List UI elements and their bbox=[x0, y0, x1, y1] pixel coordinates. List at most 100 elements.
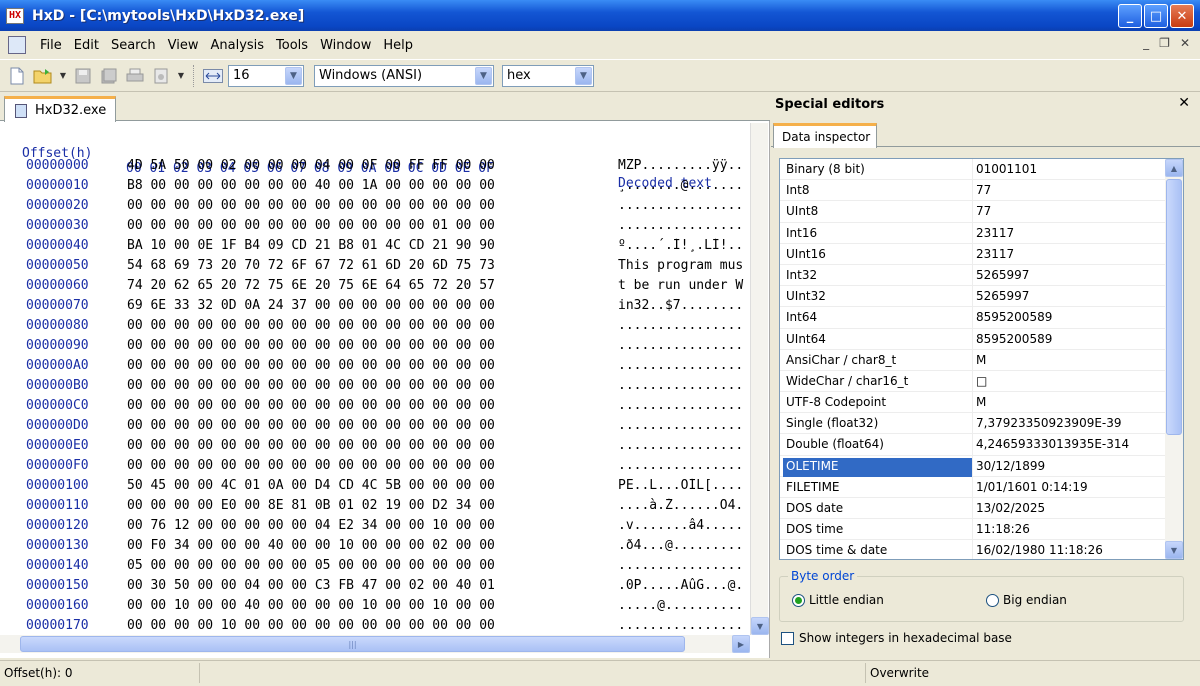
checkbox-box[interactable] bbox=[781, 631, 794, 645]
hex-row[interactable]: 00000050 54 68 69 73 20 70 72 6F 67 72 61… bbox=[0, 258, 750, 278]
scroll-down-button[interactable]: ▼ bbox=[1165, 541, 1183, 559]
inspector-value[interactable]: 1/01/1601 0:14:19 bbox=[976, 479, 1088, 496]
inspector-value[interactable]: 77 bbox=[976, 203, 991, 220]
radio-dot[interactable] bbox=[986, 593, 999, 607]
encoding-select[interactable]: Windows (ANSI) ▼ bbox=[314, 64, 494, 87]
row-decoded-text[interactable]: ................ bbox=[618, 458, 748, 473]
inspector-scrollbar[interactable]: ▲ ▼ bbox=[1165, 159, 1183, 559]
inspector-row[interactable]: Binary (8 bit) 01001101 bbox=[780, 159, 1183, 181]
inspector-type-name[interactable]: DOS time bbox=[783, 521, 972, 540]
inspector-type-name[interactable]: UInt16 bbox=[783, 246, 972, 265]
print-icon[interactable] bbox=[124, 65, 146, 87]
menu-search[interactable]: Search bbox=[105, 38, 162, 53]
hex-row[interactable]: 00000010 B8 00 00 00 00 00 00 00 40 00 1A… bbox=[0, 178, 750, 198]
inspector-type-name[interactable]: AnsiChar / char8_t bbox=[783, 352, 972, 371]
row-bytes[interactable]: 00 00 00 00 00 00 00 00 00 00 00 00 00 0… bbox=[127, 198, 495, 213]
row-bytes[interactable]: 00 00 00 00 00 00 00 00 00 00 00 00 00 0… bbox=[127, 218, 495, 233]
row-bytes[interactable]: 50 45 00 00 4C 01 0A 00 D4 CD 4C 5B 00 0… bbox=[127, 478, 495, 493]
row-decoded-text[interactable]: .....@.......... bbox=[618, 598, 748, 613]
inspector-type-name[interactable]: Int32 bbox=[783, 267, 972, 286]
document-icon[interactable] bbox=[8, 36, 26, 54]
hex-row[interactable]: 00000040 BA 10 00 0E 1F B4 09 CD 21 B8 01… bbox=[0, 238, 750, 258]
chevron-down-icon[interactable]: ▼ bbox=[285, 66, 302, 85]
inspector-type-name[interactable]: FILETIME bbox=[783, 479, 972, 498]
inspector-value[interactable]: 01001101 bbox=[976, 161, 1037, 178]
hex-integers-checkbox[interactable]: Show integers in hexadecimal base bbox=[781, 631, 1012, 645]
inspector-value[interactable]: 7,37923350923909E-39 bbox=[976, 415, 1122, 432]
hex-row[interactable]: 00000170 00 00 00 00 10 00 00 00 00 00 00… bbox=[0, 618, 750, 633]
menu-view[interactable]: View bbox=[162, 38, 205, 53]
row-bytes[interactable]: 00 00 00 00 00 00 00 00 00 00 00 00 00 0… bbox=[127, 378, 495, 393]
inspector-row[interactable]: UInt16 23117 bbox=[780, 243, 1183, 265]
inspector-value[interactable]: 23117 bbox=[976, 246, 1014, 263]
inspector-value[interactable]: 77 bbox=[976, 182, 991, 199]
hex-row[interactable]: 00000100 50 45 00 00 4C 01 0A 00 D4 CD 4C… bbox=[0, 478, 750, 498]
inspector-value[interactable]: 8595200589 bbox=[976, 331, 1052, 348]
open-folder-icon[interactable] bbox=[32, 65, 54, 87]
row-bytes[interactable]: 00 76 12 00 00 00 00 00 04 E2 34 00 00 1… bbox=[127, 518, 495, 533]
inspector-type-name[interactable]: Int8 bbox=[783, 182, 972, 201]
row-bytes[interactable]: 00 00 00 00 00 00 00 00 00 00 00 00 00 0… bbox=[127, 318, 495, 333]
hex-row[interactable]: 00000030 00 00 00 00 00 00 00 00 00 00 00… bbox=[0, 218, 750, 238]
mdi-restore-button[interactable]: ❐ bbox=[1159, 36, 1170, 50]
inspector-type-name[interactable]: Binary (8 bit) bbox=[783, 161, 972, 180]
offset-base-select[interactable]: hex ▼ bbox=[502, 64, 594, 87]
row-bytes[interactable]: 74 20 62 65 20 72 75 6E 20 75 6E 64 65 7… bbox=[127, 278, 495, 293]
inspector-value[interactable]: 4,24659333013935E-314 bbox=[976, 436, 1129, 453]
hex-vertical-scrollbar[interactable]: ▼ bbox=[750, 123, 769, 635]
inspector-type-name[interactable]: DOS time & date bbox=[783, 542, 972, 559]
inspector-type-name[interactable]: UInt8 bbox=[783, 203, 972, 222]
inspector-row[interactable]: UInt8 77 bbox=[780, 201, 1183, 223]
inspector-row[interactable]: UTF-8 Codepoint M bbox=[780, 392, 1183, 414]
hex-row[interactable]: 00000000 4D 5A 50 00 02 00 00 00 04 00 0F… bbox=[0, 158, 750, 178]
inspector-value[interactable]: 11:18:26 bbox=[976, 521, 1030, 538]
inspector-scroll-thumb[interactable] bbox=[1166, 179, 1182, 435]
inspector-row[interactable]: UInt32 5265997 bbox=[780, 286, 1183, 308]
inspector-row[interactable]: Double (float64) 4,24659333013935E-314 bbox=[780, 434, 1183, 456]
properties-dropdown-arrow-icon[interactable]: ▼ bbox=[176, 65, 186, 87]
row-bytes[interactable]: BA 10 00 0E 1F B4 09 CD 21 B8 01 4C CD 2… bbox=[127, 238, 495, 253]
hex-row[interactable]: 000000A0 00 00 00 00 00 00 00 00 00 00 00… bbox=[0, 358, 750, 378]
row-bytes[interactable]: 69 6E 33 32 0D 0A 24 37 00 00 00 00 00 0… bbox=[127, 298, 495, 313]
inspector-row[interactable]: OLETIME 30/12/1899 bbox=[780, 455, 1183, 477]
row-decoded-text[interactable]: This program mus bbox=[618, 258, 748, 273]
row-bytes[interactable]: 4D 5A 50 00 02 00 00 00 04 00 0F 00 FF F… bbox=[127, 158, 495, 173]
open-dropdown-arrow-icon[interactable]: ▼ bbox=[58, 65, 68, 87]
big-endian-label[interactable]: Big endian bbox=[1003, 593, 1067, 607]
row-decoded-text[interactable]: .v.......â4..... bbox=[618, 518, 748, 533]
hex-row[interactable]: 000000C0 00 00 00 00 00 00 00 00 00 00 00… bbox=[0, 398, 750, 418]
row-bytes[interactable]: 00 30 50 00 00 04 00 00 C3 FB 47 00 02 0… bbox=[127, 578, 495, 593]
inspector-value[interactable]: 16/02/1980 11:18:26 bbox=[976, 542, 1103, 559]
row-decoded-text[interactable]: ................ bbox=[618, 618, 748, 633]
inspector-row[interactable]: DOS time 11:18:26 bbox=[780, 519, 1183, 541]
inspector-type-name[interactable]: OLETIME bbox=[783, 457, 972, 477]
hex-row[interactable]: 00000080 00 00 00 00 00 00 00 00 00 00 00… bbox=[0, 318, 750, 338]
row-bytes[interactable]: 00 00 00 00 10 00 00 00 00 00 00 00 00 0… bbox=[127, 618, 495, 633]
hex-row[interactable]: 00000090 00 00 00 00 00 00 00 00 00 00 00… bbox=[0, 338, 750, 358]
row-decoded-text[interactable]: t be run under W bbox=[618, 278, 748, 293]
tab-data-inspector[interactable]: Data inspector bbox=[773, 123, 877, 148]
hxd-app-icon[interactable]: HX bbox=[6, 7, 24, 24]
scroll-up-button[interactable]: ▲ bbox=[1165, 159, 1183, 177]
row-bytes[interactable]: 00 00 10 00 00 40 00 00 00 00 10 00 00 1… bbox=[127, 598, 495, 613]
save-all-icon[interactable] bbox=[98, 65, 120, 87]
inspector-value[interactable]: 30/12/1899 bbox=[976, 458, 1045, 475]
hex-row[interactable]: 000000F0 00 00 00 00 00 00 00 00 00 00 00… bbox=[0, 458, 750, 478]
hex-row[interactable]: 00000150 00 30 50 00 00 04 00 00 C3 FB 47… bbox=[0, 578, 750, 598]
maximize-button[interactable]: □ bbox=[1144, 4, 1168, 28]
inspector-value[interactable]: 13/02/2025 bbox=[976, 500, 1045, 517]
hex-row[interactable]: 00000120 00 76 12 00 00 00 00 00 04 E2 34… bbox=[0, 518, 750, 538]
row-bytes[interactable]: 00 00 00 00 E0 00 8E 81 0B 01 02 19 00 D… bbox=[127, 498, 495, 513]
inspector-row[interactable]: FILETIME 1/01/1601 0:14:19 bbox=[780, 476, 1183, 498]
inspector-row[interactable]: Int64 8595200589 bbox=[780, 307, 1183, 329]
row-decoded-text[interactable]: PE..L...ÔÍL[.... bbox=[618, 478, 748, 493]
title-bar[interactable]: HX HxD - [C:\mytools\HxD\HxD32.exe] _ □ … bbox=[0, 0, 1200, 31]
row-decoded-text[interactable]: ................ bbox=[618, 358, 748, 373]
row-decoded-text[interactable]: ................ bbox=[618, 338, 748, 353]
row-decoded-text[interactable]: ....à.Ž......Ò4. bbox=[618, 498, 748, 513]
hex-row[interactable]: 000000D0 00 00 00 00 00 00 00 00 00 00 00… bbox=[0, 418, 750, 438]
hex-row[interactable]: 000000E0 00 00 00 00 00 00 00 00 00 00 00… bbox=[0, 438, 750, 458]
row-decoded-text[interactable]: ................ bbox=[618, 398, 748, 413]
hex-row[interactable]: 00000110 00 00 00 00 E0 00 8E 81 0B 01 02… bbox=[0, 498, 750, 518]
hex-row[interactable]: 00000060 74 20 62 65 20 72 75 6E 20 75 6E… bbox=[0, 278, 750, 298]
